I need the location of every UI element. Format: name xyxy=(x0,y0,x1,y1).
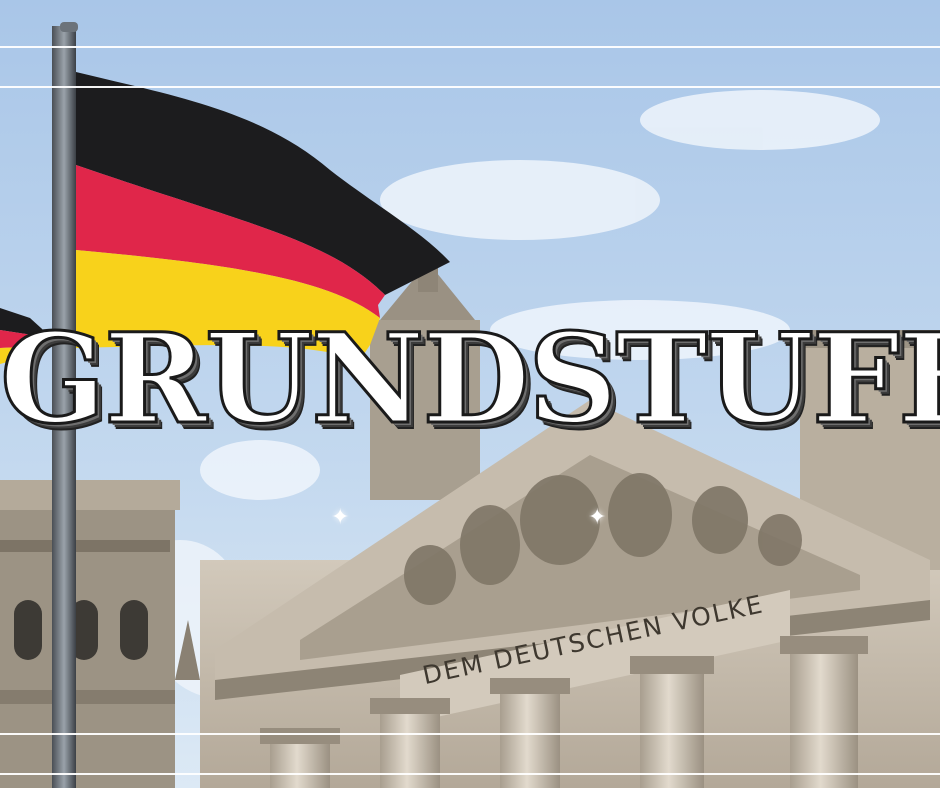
decor-line-top xyxy=(0,46,940,48)
banner-image: DEM DEUTSCHEN VOLKE GRUNDSTUFE ✦ ✦ xyxy=(0,0,940,788)
decor-line-lower xyxy=(0,733,940,735)
sparkle-icon: ✦ xyxy=(588,505,607,530)
decor-line-upper xyxy=(0,86,940,88)
headline-title: GRUNDSTUFE xyxy=(0,307,940,452)
left-tower xyxy=(0,480,200,788)
sparkle-icon: ✦ xyxy=(331,505,350,530)
decor-line-bottom xyxy=(0,773,940,775)
